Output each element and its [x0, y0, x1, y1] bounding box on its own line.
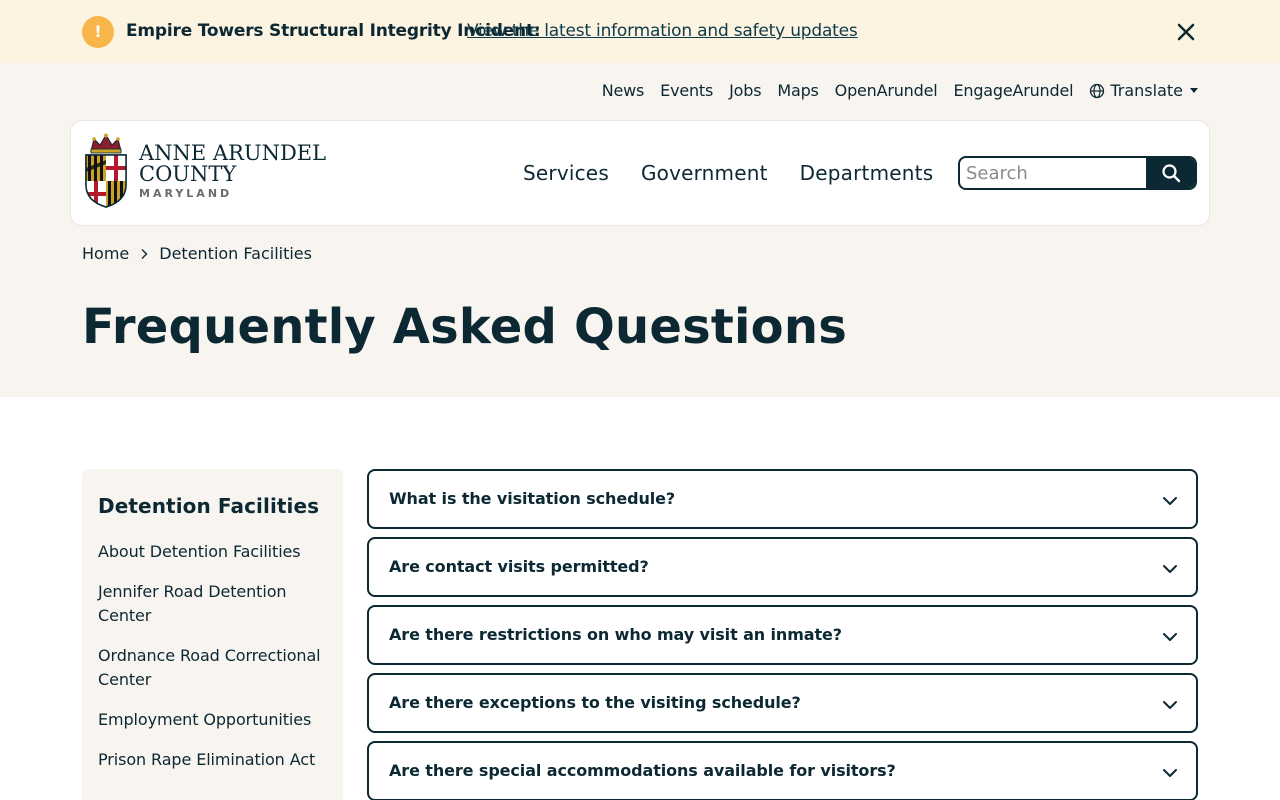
- globe-icon: [1090, 83, 1105, 98]
- faq-item-visitor-restrictions[interactable]: Are there restrictions on who may visit …: [367, 605, 1198, 665]
- county-logo[interactable]: ANNE ARUNDEL COUNTY MARYLAND: [83, 133, 326, 209]
- logo-text: ANNE ARUNDEL COUNTY MARYLAND: [139, 141, 327, 200]
- breadcrumb: Home Detention Facilities: [82, 244, 312, 263]
- breadcrumb-current: Detention Facilities: [159, 244, 312, 263]
- utility-link-maps[interactable]: Maps: [777, 81, 819, 100]
- faq-question: Are there restrictions on who may visit …: [389, 625, 842, 644]
- faq-question: What is the visitation schedule?: [389, 489, 676, 508]
- sidebar-item-prea[interactable]: Prison Rape Elimination Act: [98, 748, 327, 772]
- search-box: [958, 156, 1197, 190]
- faq-item-schedule-exceptions[interactable]: Are there exceptions to the visiting sch…: [367, 673, 1198, 733]
- chevron-down-icon: [1163, 633, 1177, 641]
- faq-question: Are there special accommodations availab…: [389, 761, 896, 780]
- faq-item-visitation-schedule[interactable]: What is the visitation schedule?: [367, 469, 1198, 529]
- search-icon: [1161, 164, 1180, 183]
- alert-link[interactable]: View the latest information and safety u…: [467, 21, 858, 41]
- logo-line-3: MARYLAND: [139, 187, 233, 200]
- sidebar: Detention Facilities About Detention Fac…: [82, 469, 343, 800]
- search-button[interactable]: [1146, 158, 1195, 188]
- faq-question: Are contact visits permitted?: [389, 557, 649, 576]
- sidebar-list: About Detention Facilities Jennifer Road…: [98, 540, 327, 772]
- utility-link-engagearundel[interactable]: EngageArundel: [953, 81, 1073, 100]
- sidebar-item-jennifer-road[interactable]: Jennifer Road Detention Center: [98, 580, 327, 628]
- utility-link-news[interactable]: News: [602, 81, 645, 100]
- chevron-down-icon: [1163, 701, 1177, 709]
- alert-banner: ! Empire Towers Structural Integrity Inc…: [0, 0, 1280, 63]
- faq-item-special-accommodations[interactable]: Are there special accommodations availab…: [367, 741, 1198, 800]
- header-card: ANNE ARUNDEL COUNTY MARYLAND Services Go…: [70, 120, 1210, 226]
- utility-nav: News Events Jobs Maps OpenArundel Engage…: [602, 81, 1198, 100]
- faq-accordion: What is the visitation schedule? Are con…: [367, 469, 1198, 800]
- header-zone: News Events Jobs Maps OpenArundel Engage…: [0, 63, 1280, 397]
- logo-line-2: COUNTY: [139, 162, 237, 186]
- page-title: Frequently Asked Questions: [82, 299, 847, 355]
- sidebar-title: Detention Facilities: [98, 494, 320, 518]
- translate-dropdown[interactable]: Translate: [1089, 81, 1198, 100]
- translate-label: Translate: [1110, 81, 1183, 100]
- sidebar-item-employment[interactable]: Employment Opportunities: [98, 708, 327, 732]
- nav-government[interactable]: Government: [641, 161, 768, 185]
- breadcrumb-home[interactable]: Home: [82, 244, 129, 263]
- nav-departments[interactable]: Departments: [800, 161, 934, 185]
- close-icon[interactable]: [1172, 18, 1200, 46]
- chevron-right-icon: [141, 248, 148, 259]
- chevron-down-icon: [1163, 565, 1177, 573]
- caret-down-icon: [1190, 88, 1198, 93]
- logo-line-1: ANNE ARUNDEL: [139, 141, 327, 165]
- exclamation-icon: !: [82, 16, 114, 48]
- utility-link-jobs[interactable]: Jobs: [729, 81, 761, 100]
- utility-link-events[interactable]: Events: [660, 81, 713, 100]
- sidebar-item-about[interactable]: About Detention Facilities: [98, 540, 327, 564]
- faq-question: Are there exceptions to the visiting sch…: [389, 693, 801, 712]
- sidebar-item-ordnance-road[interactable]: Ordnance Road Correctional Center: [98, 644, 327, 692]
- main-nav: Services Government Departments: [523, 161, 933, 185]
- nav-services[interactable]: Services: [523, 161, 609, 185]
- county-seal-icon: [85, 133, 127, 208]
- utility-link-openarundel[interactable]: OpenArundel: [835, 81, 938, 100]
- chevron-down-icon: [1163, 497, 1177, 505]
- faq-item-contact-visits[interactable]: Are contact visits permitted?: [367, 537, 1198, 597]
- search-input[interactable]: [960, 158, 1148, 188]
- chevron-down-icon: [1163, 769, 1177, 777]
